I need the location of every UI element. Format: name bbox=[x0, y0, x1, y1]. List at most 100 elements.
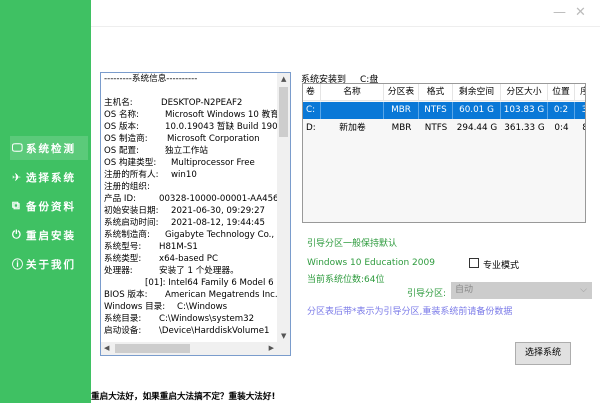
info-value: DESKTOP-N2PEAF2 bbox=[161, 98, 243, 108]
info-value: win10 bbox=[171, 170, 197, 180]
info-key: 系统类型: bbox=[104, 254, 142, 264]
table-cell: 294.44 G bbox=[456, 123, 498, 133]
column-header[interactable]: 卷 bbox=[303, 84, 321, 101]
system-info-row: OS 构建类型: Multiprocessor Free bbox=[101, 157, 290, 169]
table-cell: 新加卷 bbox=[339, 123, 366, 133]
info-value: x64-based PC bbox=[159, 254, 218, 264]
close-button[interactable]: ✕ bbox=[575, 5, 586, 20]
boot-partition-select[interactable]: 自动 ⌵ bbox=[451, 282, 592, 299]
system-info-row: 系统启动时间: 2021-08-12, 19:44:45 bbox=[101, 217, 290, 229]
sidebar: 🖵 系统检测 ✈ 选择系统 ⧉ 备份资料 ⏻ 重启安装 ⓘ 关于我们 bbox=[0, 0, 91, 403]
info-value: 2021-06-30, 09:29:27 bbox=[171, 206, 266, 216]
partition-table[interactable]: 卷名称分区表格式剩余空间分区大小位置序C:MBRNTFS60.01 G103.8… bbox=[302, 83, 586, 223]
column-header[interactable]: 分区表 bbox=[384, 84, 419, 101]
system-info-row: 注册的组织: bbox=[101, 181, 290, 193]
system-info-textbox[interactable]: ---------系统信息---------- 主机名: DESKTOP-N2PE… bbox=[100, 72, 291, 356]
info-value: Gigabyte Technology Co., bbox=[165, 230, 275, 240]
power-icon: ⏻ bbox=[12, 228, 21, 241]
system-info-row: OS 名称: Microsoft Windows 10 教育 bbox=[101, 109, 290, 121]
pro-mode-label: 专业模式 bbox=[483, 261, 520, 271]
boot-hint: 引导分区一般保持默认 bbox=[307, 239, 398, 249]
column-header[interactable]: 位置 bbox=[548, 84, 575, 101]
title-bar: — ✕ bbox=[91, 0, 600, 27]
system-info-row: 产品 ID: 00328-10000-00001-AA456 bbox=[101, 193, 290, 205]
table-header[interactable]: 卷名称分区表格式剩余空间分区大小位置序 bbox=[303, 84, 585, 101]
info-key: OS 制造商: bbox=[104, 134, 148, 144]
table-cell: C: bbox=[303, 102, 321, 119]
table-cell: NTFS bbox=[419, 102, 453, 119]
info-icon: ⓘ bbox=[12, 258, 23, 271]
vertical-scrollbar[interactable]: ▲ ▼ bbox=[277, 73, 290, 342]
info-value: H81M-S1 bbox=[159, 242, 198, 252]
system-info-row: 启动设备: \Device\HarddiskVolume1 bbox=[101, 325, 290, 337]
info-key: 产品 ID: bbox=[104, 194, 136, 204]
info-key: OS 构建类型: bbox=[104, 158, 157, 168]
sidebar-item-1[interactable]: ✈ 选择系统 bbox=[10, 165, 88, 189]
table-cell: D: bbox=[306, 123, 316, 133]
system-info-header: ---------系统信息---------- bbox=[104, 74, 198, 84]
sidebar-item-label: 选择系统 bbox=[26, 171, 76, 184]
horizontal-scrollbar[interactable]: ◀ ▶ bbox=[101, 342, 290, 355]
info-key: 启动设备: bbox=[104, 326, 142, 336]
info-key: OS 名称: bbox=[104, 110, 140, 120]
column-header[interactable]: 格式 bbox=[419, 84, 453, 101]
select-system-button[interactable]: 选择系统 bbox=[515, 342, 571, 365]
info-value: Microsoft Corporation bbox=[167, 134, 260, 144]
table-cell: 103.83 G bbox=[501, 102, 548, 119]
os-version: Windows 10 Education 2009 bbox=[307, 258, 435, 268]
info-key: 系统启动时间: bbox=[104, 218, 159, 228]
column-header[interactable]: 剩余空间 bbox=[453, 84, 501, 101]
sidebar-item-0[interactable]: 🖵 系统检测 bbox=[10, 136, 88, 160]
system-info-row: BIOS 版本: American Megatrends Inc. bbox=[101, 289, 290, 301]
info-value: 00328-10000-00001-AA456 bbox=[159, 194, 279, 204]
info-value: American Megatrends Inc. bbox=[165, 290, 278, 300]
system-info-row: 处理器: 安装了 1 个处理器。 bbox=[101, 265, 290, 277]
column-header[interactable]: 序 bbox=[575, 84, 585, 101]
system-info-row: 系统制造商: Gigabyte Technology Co., bbox=[101, 229, 290, 241]
info-key: 系统制造商: bbox=[104, 230, 150, 240]
info-value: [01]: Intel64 Family 6 Model 6 bbox=[145, 278, 274, 288]
info-key: 主机名: bbox=[104, 98, 133, 108]
info-key: 注册的组织: bbox=[104, 182, 150, 192]
info-key: OS 配置: bbox=[104, 146, 140, 156]
sidebar-item-2[interactable]: ⧉ 备份资料 bbox=[10, 194, 88, 218]
table-row[interactable]: C: MBRNTFS60.01 G103.83 G0:23 bbox=[303, 102, 585, 119]
info-value: 独立工作站 bbox=[165, 146, 208, 156]
table-cell: 60.01 G bbox=[453, 102, 501, 119]
table-cell: 0:2 bbox=[548, 102, 575, 119]
system-info-row: [01]: Intel64 Family 6 Model 6 bbox=[101, 277, 290, 289]
info-value: \Device\HarddiskVolume1 bbox=[159, 326, 270, 336]
table-row[interactable]: D: 新加卷 MBR NTFS 294.44 G 361.33 G 0:4 8 bbox=[303, 120, 585, 137]
sidebar-item-4[interactable]: ⓘ 关于我们 bbox=[10, 252, 88, 276]
table-cell: MBR bbox=[384, 102, 419, 119]
column-header[interactable]: 分区大小 bbox=[501, 84, 548, 101]
info-value: C:\Windows\system32 bbox=[159, 314, 255, 324]
pro-mode-checkbox[interactable] bbox=[469, 258, 479, 268]
info-key: 系统型号: bbox=[104, 242, 142, 252]
sidebar-item-label: 重启安装 bbox=[26, 229, 76, 242]
column-header[interactable]: 名称 bbox=[321, 84, 384, 101]
info-key: 注册的所有人: bbox=[104, 170, 159, 180]
system-info-row: Windows 目录: C:\Windows bbox=[101, 301, 290, 313]
info-key: 系统目录: bbox=[104, 314, 142, 324]
sidebar-item-label: 系统检测 bbox=[26, 142, 76, 155]
footer-slogan: 重启大法好，如果重启大法搞不定？重装大法好! bbox=[91, 392, 276, 402]
table-cell: 8 bbox=[575, 120, 585, 137]
rocket-icon: ✈ bbox=[12, 170, 22, 184]
info-key: OS 版本: bbox=[104, 122, 140, 132]
table-cell bbox=[321, 102, 384, 119]
info-value: 安装了 1 个处理器。 bbox=[159, 266, 239, 276]
info-key: 初始安装日期: bbox=[104, 206, 159, 216]
boot-partition-label: 引导分区: bbox=[407, 289, 447, 299]
info-key: 处理器: bbox=[104, 266, 133, 276]
sidebar-item-label: 关于我们 bbox=[26, 258, 76, 271]
minimize-button[interactable]: — bbox=[553, 5, 566, 20]
chevron-down-icon: ⌵ bbox=[580, 285, 587, 295]
system-info-row: 主机名: DESKTOP-N2PEAF2 bbox=[101, 97, 290, 109]
table-cell: NTFS bbox=[424, 123, 448, 133]
info-key: Windows 目录: bbox=[104, 302, 166, 312]
sidebar-item-3[interactable]: ⏻ 重启安装 bbox=[10, 223, 88, 247]
table-cell: 0:4 bbox=[554, 123, 569, 133]
system-info-row: OS 配置: 独立工作站 bbox=[101, 145, 290, 157]
system-info-row: 注册的所有人: win10 bbox=[101, 169, 290, 181]
